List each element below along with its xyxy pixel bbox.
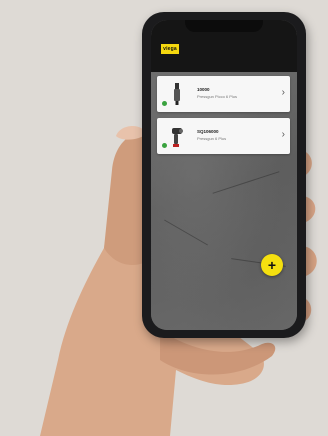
device-card[interactable]: 10000 Pressgun Picco 6 Plus ›	[157, 76, 290, 112]
chevron-right-icon: ›	[281, 87, 285, 98]
device-id: SQ106000	[197, 129, 219, 134]
phone-notch	[185, 20, 263, 32]
device-name: Pressgun 6 Plus	[197, 136, 227, 141]
device-card[interactable]: SQ106000 Pressgun 6 Plus ›	[157, 118, 290, 154]
photo-scene: viega 10000 Pressgun Picco 6 Plus › SQ10…	[0, 0, 328, 436]
device-id: 10000	[197, 87, 210, 92]
status-dot	[162, 143, 167, 148]
press-gun-icon	[172, 128, 183, 147]
press-tool-icon	[174, 83, 180, 105]
app-header: viega	[151, 20, 297, 72]
add-device-button[interactable]: +	[261, 254, 283, 276]
device-name: Pressgun Picco 6 Plus	[197, 94, 238, 99]
chevron-right-icon: ›	[281, 129, 285, 140]
status-dot	[162, 101, 167, 106]
phone-screen: viega 10000 Pressgun Picco 6 Plus › SQ10…	[151, 20, 297, 330]
brand-logo: viega	[161, 44, 179, 54]
